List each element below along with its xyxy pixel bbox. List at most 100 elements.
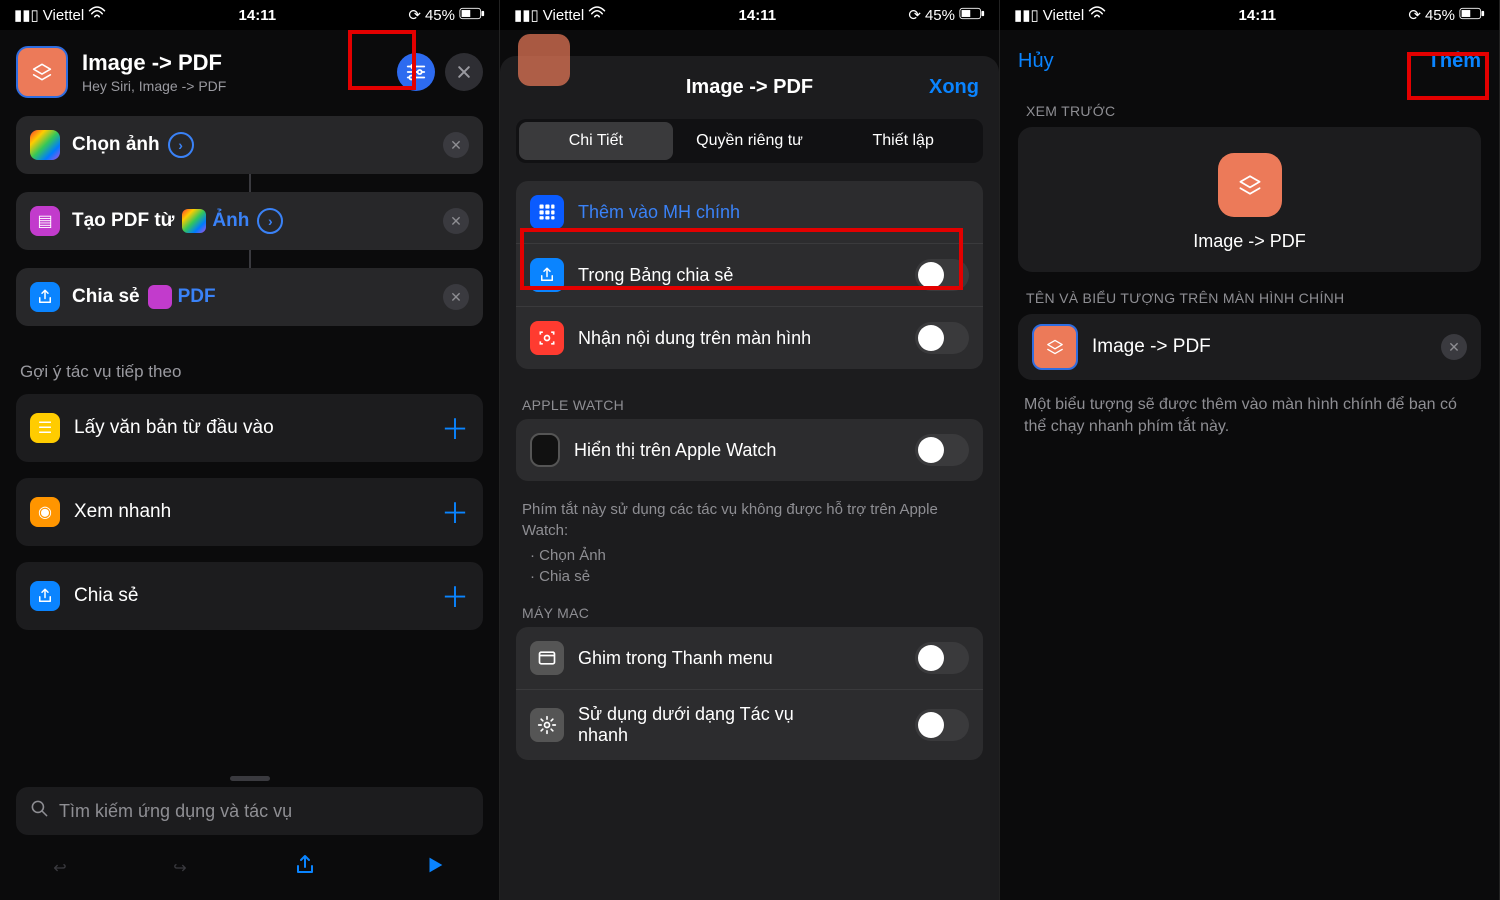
shortcut-app-icon[interactable]	[16, 46, 68, 98]
toggle-share-sheet[interactable]	[915, 259, 969, 291]
screen-capture-icon	[530, 321, 564, 355]
add-home-note: Một biểu tượng sẽ được thêm vào màn hình…	[1000, 380, 1499, 453]
segment-setup[interactable]: Thiết lập	[826, 122, 980, 160]
sheet-grabber[interactable]	[230, 776, 270, 781]
share-shortcut-button[interactable]	[293, 853, 317, 882]
action-label: Chọn ảnh	[72, 134, 160, 156]
done-button[interactable]: Xong	[929, 76, 979, 99]
delete-action-icon[interactable]: ✕	[443, 132, 469, 158]
row-show-on-watch[interactable]: Hiển thị trên Apple Watch	[516, 419, 983, 481]
toggle-pin-menubar[interactable]	[915, 642, 969, 674]
search-placeholder: Tìm kiếm ứng dụng và tác vụ	[59, 801, 292, 822]
connector-line	[249, 250, 251, 268]
toggle-apple-watch[interactable]	[915, 434, 969, 466]
status-bar: ▮▮▯Viettel 14:11 ⟳45%	[1000, 0, 1499, 30]
search-icon	[30, 799, 49, 823]
clock: 14:11	[239, 7, 277, 24]
disclosure-icon[interactable]: ›	[168, 132, 194, 158]
segment-privacy[interactable]: Quyền riêng tư	[673, 122, 827, 160]
home-icon-thumbnail[interactable]	[1032, 324, 1078, 370]
row-label: Thêm vào MH chính	[578, 202, 740, 223]
group-mac: Ghim trong Thanh menu Sử dụng dưới dạng …	[516, 627, 983, 760]
clear-text-icon[interactable]: ✕	[1441, 334, 1467, 360]
preview-card: Image -> PDF	[1018, 127, 1481, 272]
share-icon	[30, 282, 60, 312]
preview-header: XEM TRƯỚC	[1000, 85, 1499, 127]
wifi-icon	[88, 6, 106, 24]
disclosure-icon[interactable]: ›	[257, 208, 283, 234]
battery-icon	[1459, 7, 1485, 24]
carrier-label: Viettel	[543, 7, 584, 24]
row-add-to-home[interactable]: Thêm vào MH chính	[516, 181, 983, 243]
text-icon: ☰	[30, 413, 60, 443]
home-grid-icon	[530, 195, 564, 229]
editor-header: Image -> PDF Hey Siri, Image -> PDF	[0, 30, 499, 108]
redo-button[interactable]: ↪	[173, 858, 186, 878]
suggestion-label: Chia sẻ	[74, 585, 138, 607]
group-details: Thêm vào MH chính Trong Bảng chia sẻ Nhậ…	[516, 181, 983, 369]
clock: 14:11	[739, 7, 777, 24]
suggestions-header: Gợi ý tác vụ tiếp theo	[0, 334, 499, 386]
row-share-sheet[interactable]: Trong Bảng chia sẻ	[516, 243, 983, 306]
segmented-control[interactable]: Chi Tiết Quyền riêng tư Thiết lập	[516, 119, 983, 163]
plus-icon[interactable]: ＋	[441, 492, 469, 532]
action-share[interactable]: Chia sẻ PDF ✕	[16, 268, 483, 326]
run-button[interactable]	[424, 854, 446, 881]
delete-action-icon[interactable]: ✕	[443, 208, 469, 234]
preview-app-icon	[1218, 153, 1282, 217]
segment-details[interactable]: Chi Tiết	[519, 122, 673, 160]
plus-icon[interactable]: ＋	[441, 408, 469, 448]
variable-pdf[interactable]: PDF	[178, 286, 216, 308]
row-receive-onscreen[interactable]: Nhận nội dung trên màn hình	[516, 306, 983, 369]
action-select-photos[interactable]: Chọn ảnh › ✕	[16, 116, 483, 174]
toggle-quick-action[interactable]	[915, 709, 969, 741]
suggestion-quick-look[interactable]: ◉ Xem nhanh ＋	[16, 478, 483, 546]
note-bullet: Chọn Ảnh	[530, 545, 977, 566]
row-label: Hiển thị trên Apple Watch	[574, 440, 776, 461]
status-bar: ▮▮▯Viettel 14:11 ⟳45%	[500, 0, 999, 30]
group-apple-watch: Hiển thị trên Apple Watch	[516, 419, 983, 481]
note-bullet: Chia sẻ	[530, 566, 977, 587]
sheet-nav: Image -> PDF Xong	[500, 56, 999, 113]
row-pin-menubar[interactable]: Ghim trong Thanh menu	[516, 627, 983, 689]
carrier-label: Viettel	[43, 7, 84, 24]
action-make-pdf[interactable]: ▤ Tạo PDF từ Ảnh › ✕	[16, 192, 483, 250]
nav-bar: Hủy Thêm	[1000, 30, 1499, 85]
battery-icon	[959, 7, 985, 24]
share-icon	[30, 581, 60, 611]
add-button[interactable]: Thêm	[1428, 50, 1481, 73]
share-sheet-icon	[530, 258, 564, 292]
close-button[interactable]	[445, 53, 483, 91]
search-field[interactable]: Tìm kiếm ứng dụng và tác vụ	[16, 787, 483, 835]
photos-icon	[30, 130, 60, 160]
undo-button[interactable]: ↩	[53, 858, 66, 878]
toggle-receive-screen[interactable]	[915, 322, 969, 354]
clock: 14:11	[1239, 7, 1277, 24]
row-quick-action[interactable]: Sử dụng dưới dạng Tác vụ nhanh	[516, 689, 983, 760]
pdf-chip-icon	[148, 285, 172, 309]
delete-action-icon[interactable]: ✕	[443, 284, 469, 310]
variable-photos[interactable]: Ảnh	[212, 210, 249, 232]
plus-icon[interactable]: ＋	[441, 576, 469, 616]
pane-shortcut-settings: ▮▮▯Viettel 14:11 ⟳45% Image -> PDF Xong …	[500, 0, 1000, 900]
name-section-header: TÊN VÀ BIỂU TƯỢNG TRÊN MÀN HÌNH CHÍNH	[1000, 272, 1499, 314]
group-header-mac: MÁY MAC	[500, 587, 999, 627]
suggestion-get-text[interactable]: ☰ Lấy văn bản từ đầu vào ＋	[16, 394, 483, 462]
preview-label: Image -> PDF	[1018, 231, 1481, 252]
eye-icon: ◉	[30, 497, 60, 527]
wifi-icon	[588, 6, 606, 24]
home-name-row[interactable]: Image -> PDF ✕	[1018, 314, 1481, 380]
group-header-apple-watch: APPLE WATCH	[500, 379, 999, 419]
action-label: Tạo PDF từ	[72, 210, 174, 232]
signal-icon: ▮▮▯	[1014, 6, 1039, 24]
home-name-input[interactable]: Image -> PDF	[1092, 336, 1427, 358]
photos-chip-icon	[182, 209, 206, 233]
wifi-icon	[1088, 6, 1106, 24]
cancel-button[interactable]: Hủy	[1018, 50, 1054, 73]
pane-add-to-home: ▮▮▯Viettel 14:11 ⟳45% Hủy Thêm XEM TRƯỚC…	[1000, 0, 1500, 900]
row-label: Sử dụng dưới dạng Tác vụ nhanh	[578, 704, 838, 746]
suggestion-share[interactable]: Chia sẻ ＋	[16, 562, 483, 630]
settings-button[interactable]	[397, 53, 435, 91]
connector-line	[249, 174, 251, 192]
shortcut-title: Image -> PDF	[82, 50, 383, 76]
